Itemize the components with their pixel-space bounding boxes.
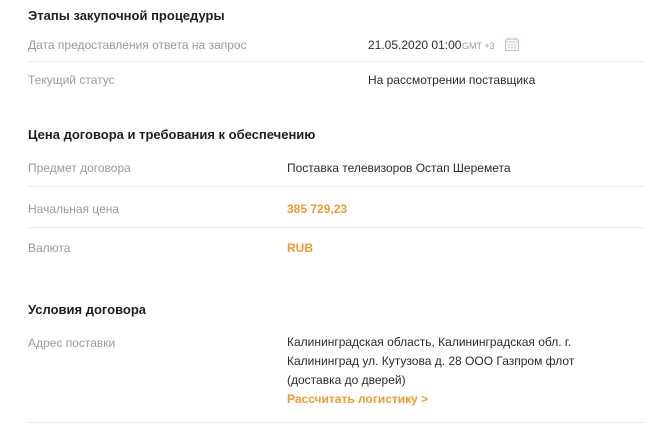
- row-divider: [28, 61, 644, 62]
- currency-label: Валюта: [28, 241, 71, 255]
- section-title-stages: Этапы закупочной процедуры: [28, 8, 225, 23]
- calendar-icon[interactable]: [504, 36, 520, 57]
- section-title-conditions: Условия договора: [28, 302, 147, 317]
- subject-label: Предмет договора: [28, 161, 131, 175]
- row-divider: [28, 227, 644, 228]
- subject-value: Поставка телевизоров Остап Шеремета: [287, 161, 511, 175]
- row-divider: [28, 422, 644, 423]
- address-label: Адрес поставки: [28, 336, 116, 350]
- status-value: На рассмотрении поставщика: [368, 73, 536, 87]
- currency-value: RUB: [287, 241, 313, 255]
- section-title-price: Цена договора и требования к обеспечению: [28, 127, 316, 142]
- response-date-value: 21.05.2020 01:00: [368, 38, 462, 52]
- row-divider: [28, 186, 644, 187]
- initial-price-value: 385 729,23: [287, 202, 348, 216]
- address-value: Калининградская область, Калининградская…: [287, 335, 575, 387]
- timezone-label: GMT +3: [462, 41, 495, 51]
- status-label: Текущий статус: [28, 73, 115, 87]
- calculate-logistics-link[interactable]: Рассчитать логистику >: [287, 392, 428, 406]
- initial-price-label: Начальная цена: [28, 202, 120, 216]
- response-date-label: Дата предоставления ответа на запрос: [28, 38, 247, 52]
